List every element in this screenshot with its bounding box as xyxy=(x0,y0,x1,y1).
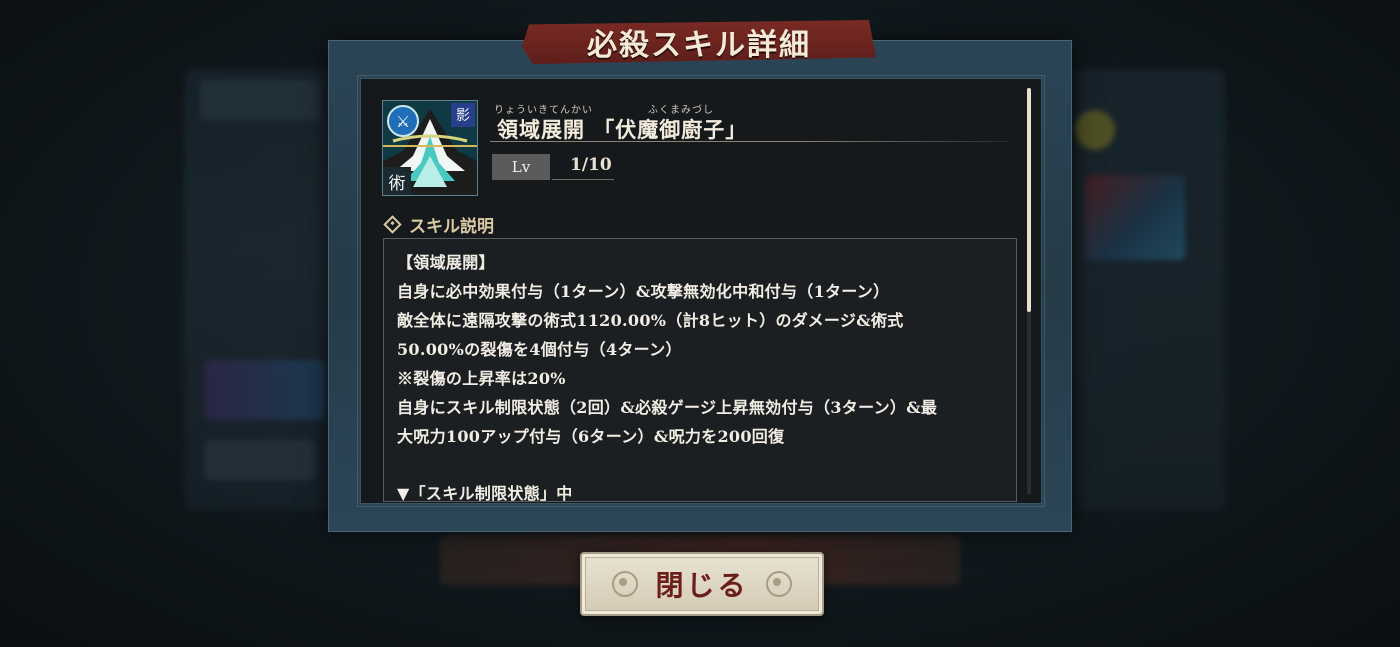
dialog-title-banner: 必殺スキル詳細 xyxy=(522,20,876,64)
description-line: 自身に必中効果付与（1ターン）&攻撃無効化中和付与（1ターン） xyxy=(397,282,890,301)
skill-description-box[interactable]: 【領域展開】 自身に必中効果付与（1ターン）&攻撃無効化中和付与（1ターン） 敵… xyxy=(383,238,1017,502)
description-line: ▼「スキル制限状態」中 xyxy=(397,484,573,502)
divider xyxy=(552,179,614,180)
ornament-icon xyxy=(612,571,638,597)
diamond-bullet-icon xyxy=(383,215,402,234)
description-line: 敵全体に遠隔攻撃の術式1120.00%（計8ヒット）のダメージ&術式 xyxy=(397,311,904,330)
level-label: Lv xyxy=(492,154,550,180)
section-label: スキル説明 xyxy=(409,217,494,237)
skill-name: 領域展開 「伏魔御廚子」 xyxy=(497,117,748,142)
sword-badge-icon: ⚔ xyxy=(387,105,419,137)
level-value: 1/10 xyxy=(570,155,612,175)
close-button[interactable]: 閉じる xyxy=(580,552,824,616)
divider xyxy=(490,141,1010,142)
shadow-badge-icon: 影 xyxy=(451,103,475,127)
background-element xyxy=(205,360,325,420)
description-line: ※裂傷の上昇率は20% xyxy=(397,369,566,388)
background-character-art xyxy=(1085,175,1185,260)
description-line: 50.00%の裂傷を4個付与（4ターン） xyxy=(397,340,682,359)
ornament-icon xyxy=(766,571,792,597)
description-line: 大呪力100アップ付与（6ターン）&呪力を200回復 xyxy=(397,427,785,446)
dialog-title: 必殺スキル詳細 xyxy=(587,28,811,63)
background-element xyxy=(200,80,320,120)
scrollbar-thumb[interactable] xyxy=(1027,88,1031,312)
skill-icon: ⚔ 影 術 xyxy=(382,100,478,196)
section-header-skill-description: スキル説明 xyxy=(383,212,494,237)
description-line: 【領域展開】 xyxy=(397,253,495,272)
close-button-label: 閉じる xyxy=(655,569,749,602)
technique-badge-icon: 術 xyxy=(383,167,411,195)
background-element xyxy=(1075,110,1115,150)
background-element xyxy=(205,440,315,480)
description-line: 自身にスキル制限状態（2回）&必殺ゲージ上昇無効付与（3ターン）&最 xyxy=(397,398,938,417)
